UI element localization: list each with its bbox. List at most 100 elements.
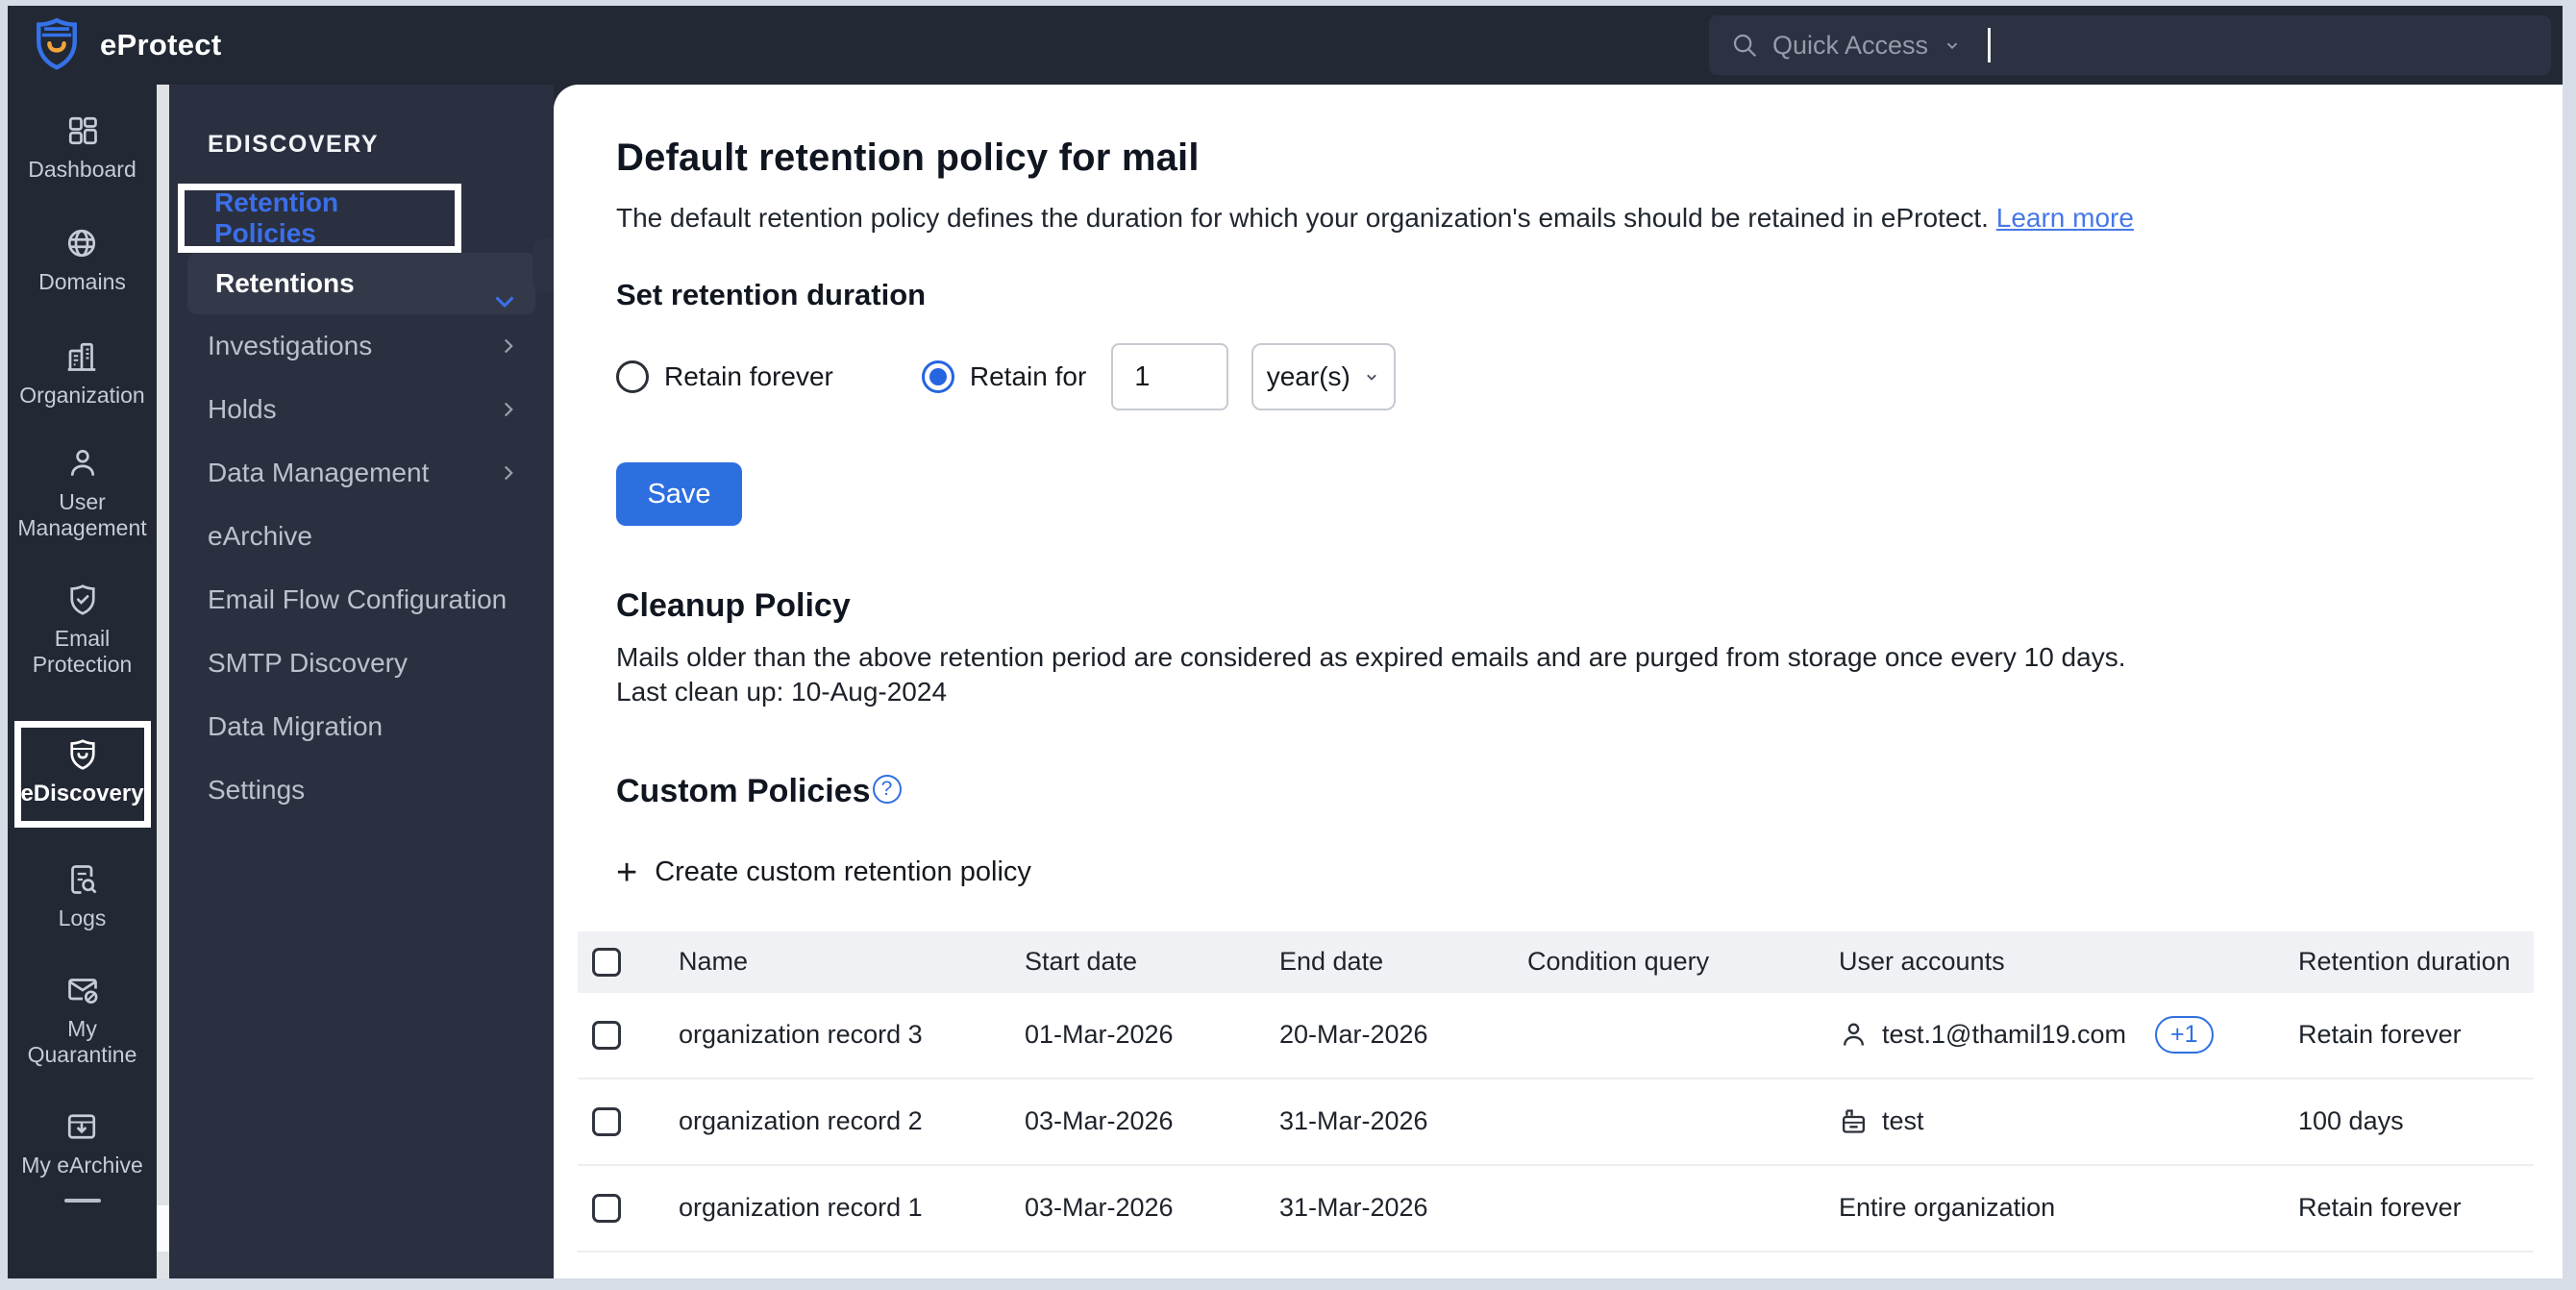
menu-item-label: Investigations [208, 331, 373, 360]
sidebar-item-email-protection[interactable]: Email Protection [11, 583, 155, 677]
search-icon [1733, 34, 1757, 58]
sidebar-item-label: eDiscovery [20, 781, 144, 807]
cell-start-date: 03-Mar-2026 [1025, 1193, 1174, 1223]
quick-access-label: Quick Access [1772, 30, 1929, 60]
sidebar-item-my-earchive[interactable]: My eArchive [21, 1109, 143, 1178]
retain-for-label: Retain for [969, 361, 1087, 391]
column-header-user-accounts: User accounts [1839, 947, 2005, 977]
archive-download-icon [68, 1114, 96, 1139]
chevron-down-icon[interactable] [488, 285, 521, 317]
menu-item-data-management[interactable]: Data Management [169, 441, 554, 505]
help-icon[interactable]: ? [872, 774, 902, 804]
duration-unit-select[interactable]: year(s) [1251, 343, 1397, 410]
user-account-value: test.1@thamil19.com [1882, 1020, 2127, 1050]
save-button[interactable]: Save [616, 462, 742, 526]
shield-smile-icon [69, 739, 95, 770]
user-icon [70, 450, 94, 477]
table-row[interactable]: organization record 1 03-Mar-2026 31-Mar… [578, 1166, 2534, 1253]
menu-item-data-migration[interactable]: Data Migration [169, 695, 554, 758]
sidebar-scrollbar[interactable] [157, 85, 169, 1278]
sidebar-item-user-management[interactable]: User Management [11, 446, 155, 540]
sidebar-scrollbar-thumb[interactable] [157, 1205, 169, 1252]
shield-check-icon [69, 584, 95, 615]
menu-item-label: eArchive [208, 521, 312, 551]
menu-item-holds[interactable]: Holds [169, 378, 554, 441]
sidebar-item-ediscovery[interactable]: eDiscovery [20, 737, 144, 807]
partial-sidebar-icon [63, 1199, 101, 1203]
retain-for-radio[interactable] [921, 360, 954, 393]
sidebar-item-label: Dashboard [28, 157, 136, 182]
user-account-value: Entire organization [1839, 1193, 2056, 1223]
column-header-start-date: Start date [1025, 947, 1138, 977]
row-checkbox[interactable] [592, 1020, 621, 1050]
sidebar-item-organization[interactable]: Organization [19, 339, 145, 408]
menu-item-label: Data Management [208, 458, 430, 487]
sidebar-item-label: Email Protection [32, 626, 133, 677]
chevron-right-icon [504, 338, 513, 354]
row-checkbox[interactable] [592, 1106, 621, 1136]
table-row[interactable]: organization record 2 03-Mar-2026 31-Mar… [578, 1079, 2534, 1166]
quick-access-search[interactable]: Quick Access [1709, 15, 2551, 75]
page-description: The default retention policy defines the… [616, 203, 2524, 234]
select-all-checkbox[interactable] [592, 947, 621, 977]
mail-blocked-icon [67, 979, 97, 1005]
menu-item-retention-policies[interactable]: Retention Policies [185, 187, 455, 248]
learn-more-link[interactable]: Learn more [1996, 203, 2134, 233]
sidebar-item-label: Logs [58, 905, 107, 930]
row-checkbox[interactable] [592, 1193, 621, 1223]
create-custom-policy-label: Create custom retention policy [655, 856, 1031, 888]
app-title: eProtect [100, 28, 222, 62]
document-search-icon [70, 864, 96, 894]
menu-item-label: SMTP Discovery [208, 648, 408, 678]
more-accounts-badge[interactable]: +1 [2155, 1016, 2214, 1054]
chevron-down-icon [1367, 374, 1376, 381]
column-header-retention-duration: Retention duration [2298, 947, 2511, 977]
cleanup-policy-line2: Last clean up: 10-Aug-2024 [616, 676, 948, 707]
user-icon [1844, 1023, 1864, 1046]
cell-name: organization record 3 [679, 1020, 923, 1050]
cell-retention-duration: 100 days [2298, 1106, 2404, 1136]
cell-user-accounts: test [1839, 1106, 2298, 1136]
duration-unit-value: year(s) [1266, 361, 1350, 391]
ediscovery-highlight-box: eDiscovery [13, 721, 151, 828]
content-row: Dashboard Domains Organization User Mana… [8, 85, 2563, 1278]
menu-item-retentions[interactable]: Retentions [187, 253, 535, 314]
cell-start-date: 03-Mar-2026 [1025, 1106, 1174, 1136]
menu-item-investigations[interactable]: Investigations [169, 314, 554, 378]
custom-policies-heading: Custom Policies [616, 772, 871, 809]
cell-user-accounts: Entire organization [1839, 1193, 2298, 1223]
custom-policies-table: Name Start date End date Condition query… [578, 930, 2534, 1253]
plus-icon: + [616, 852, 638, 893]
secondary-menu: EDISCOVERY Retention Policies Retentions… [169, 85, 554, 1278]
sidebar-item-logs[interactable]: Logs [58, 862, 107, 930]
sidebar-item-my-quarantine[interactable]: My Quarantine [11, 973, 155, 1067]
cell-end-date: 20-Mar-2026 [1279, 1020, 1428, 1050]
menu-item-label: Retentions [215, 268, 355, 298]
menu-item-earchive[interactable]: eArchive [169, 505, 554, 568]
sidebar-item-domains[interactable]: Domains [38, 226, 126, 294]
column-header-condition-query: Condition query [1527, 947, 1710, 977]
duration-value-input[interactable] [1111, 343, 1229, 410]
sidebar-item-label: My eArchive [21, 1152, 143, 1178]
cell-retention-duration: Retain forever [2298, 1020, 2462, 1050]
create-custom-policy-button[interactable]: + Create custom retention policy [616, 855, 2524, 891]
sidebar-item-label: User Management [17, 489, 147, 540]
menu-item-smtp-discovery[interactable]: SMTP Discovery [169, 632, 554, 695]
column-header-name: Name [679, 947, 749, 977]
screenshot-frame: eProtect Quick Access Dashboard Domains … [0, 0, 2576, 1290]
menu-item-label: Data Migration [208, 711, 384, 741]
menu-item-label: Settings [208, 775, 306, 805]
eprotect-logo-icon [37, 17, 77, 70]
retain-forever-radio[interactable] [616, 360, 649, 393]
menu-item-email-flow-configuration[interactable]: Email Flow Configuration [169, 568, 554, 632]
app-window: eProtect Quick Access Dashboard Domains … [8, 6, 2563, 1278]
panel-collapse-handle[interactable] [533, 238, 554, 292]
menu-item-settings[interactable]: Settings [169, 758, 554, 822]
cell-name: organization record 2 [679, 1106, 923, 1136]
primary-sidebar: Dashboard Domains Organization User Mana… [8, 85, 157, 1278]
table-row[interactable]: organization record 3 01-Mar-2026 20-Mar… [578, 993, 2534, 1079]
sidebar-item-label: Domains [38, 269, 126, 295]
sidebar-item-dashboard[interactable]: Dashboard [28, 113, 136, 182]
retention-policies-highlight-box: Retention Policies [178, 184, 461, 253]
cell-name: organization record 1 [679, 1193, 923, 1223]
